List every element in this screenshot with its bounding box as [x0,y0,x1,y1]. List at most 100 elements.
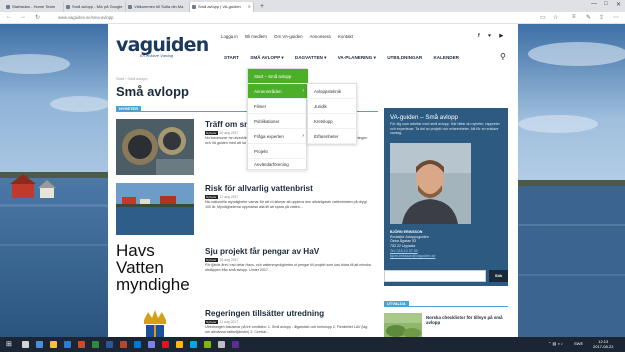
word-icon[interactable] [106,341,113,348]
dropdown-item[interactable]: Start – Små avlopp [248,69,308,84]
logo-line: Vatten [116,258,164,277]
about-link[interactable]: Om VA-guiden [274,34,302,39]
sma-avlopp-dropdown: Start – Små avlopp Anneområden › Filmer P… [247,68,308,171]
dropdown-item-label: Fråga experten [254,134,284,139]
nav-utbildningar[interactable]: UTBILDNINGAR [387,55,422,60]
favorite-star-icon[interactable]: ☆ [553,14,558,21]
new-tab-button[interactable]: + [260,2,264,11]
featured-thumbnail[interactable] [384,313,422,337]
outlook-icon[interactable] [134,341,141,348]
submenu-item[interactable]: Kretslopp [308,114,358,129]
windows-start-icon[interactable]: ⊞ [6,341,12,348]
login-link[interactable]: Logga in [221,34,238,39]
site-logo[interactable]: vaguiden En enklare Vardag [116,36,209,59]
submenu-item[interactable]: Erfarenheter [308,129,358,144]
submenu-item[interactable]: Avloppsteknik [308,84,358,99]
article-tag: Nyheter [205,258,218,262]
contact-link[interactable]: Kontakt [338,34,353,39]
dropdown-item-label: Anneområden [254,89,282,94]
browser-tab-active[interactable]: Små avlopp | VA-guiden ✕ [190,2,254,12]
main-navigation: START SMÅ AVLOPP ▾ DAGVATTEN ▾ VA-PLANER… [224,55,469,61]
search-icon[interactable] [22,341,29,348]
app-icon[interactable] [176,341,183,348]
share-icon[interactable]: ⇪ [599,14,604,21]
nav-start[interactable]: START [224,55,239,60]
article-tag: Nyheter [205,195,218,199]
submenu-item-label: Erfarenheter [314,134,339,139]
youtube-icon[interactable]: ▶ [499,33,503,39]
background-photo-left [0,24,108,337]
browser-tab[interactable]: Välkommen till Sofia din Ma [126,2,190,12]
dropdown-item[interactable]: Projekt [248,144,308,159]
teams-icon[interactable] [148,341,155,348]
forward-arrow-icon[interactable]: → [20,14,26,20]
back-arrow-icon[interactable]: ← [6,14,12,20]
dropdown-item[interactable]: Publikationer [248,114,308,129]
app-icon[interactable] [232,341,239,348]
nav-dagvatten[interactable]: DAGVATTEN ▾ [295,55,326,60]
facebook-icon[interactable]: f [478,33,480,39]
nav-sma-avlopp[interactable]: SMÅ AVLOPP ▾ [250,55,283,60]
search-button[interactable]: Sök [489,270,508,282]
language-indicator[interactable]: SWE [574,341,583,346]
logo-line: myndighe [116,275,190,294]
featured-title[interactable]: Norska checklistor för tillsyn på små av… [426,315,510,326]
nav-kalender[interactable]: KALENDER [433,55,459,60]
dropdown-item[interactable]: Fråga experten › [248,129,308,144]
article-thumbnail[interactable] [116,119,194,175]
app-icon[interactable] [218,341,225,348]
advertise-link[interactable]: Annonsera [310,34,331,39]
dropdown-item-label: Projekt [254,149,268,154]
notes-icon[interactable]: ✎ [586,14,591,21]
editor-photo [390,143,471,224]
sidebar-info-box: VA-guiden – Små avlopp För dig som arbet… [384,108,508,286]
article-item[interactable]: Risk för allvarlig vattenbrist Nyheter 17… [205,184,371,210]
app-icon[interactable] [78,341,85,348]
excel-icon[interactable] [92,341,99,348]
havs-vatten-logo[interactable]: Havs Vatten myndighe [116,242,194,304]
submenu-item[interactable]: Juridik [308,99,358,114]
article-thumbnail[interactable] [116,183,194,235]
task-view-icon[interactable] [36,341,43,348]
reading-view-icon[interactable]: ▭ [540,14,546,21]
hub-icon[interactable]: ≡ [572,14,576,20]
more-icon[interactable]: ⋯ [613,14,619,21]
dropdown-item-anneomraden[interactable]: Anneområden › [248,84,308,99]
dropdown-item-label: Filmer [254,104,267,109]
dropdown-item[interactable]: Filmer [248,99,308,114]
news-label: NYHETER [116,106,142,112]
article-item[interactable]: Regeringen tillsätter utredning Nyheter 1… [205,309,371,335]
minimize-button[interactable]: — [591,1,597,7]
sidebar-search-input[interactable] [384,270,486,282]
article-title[interactable]: Sju projekt får pengar av HaV [205,247,371,256]
refresh-icon[interactable]: ↻ [35,14,40,21]
dropdown-item-label: Användarförening [254,162,289,167]
tray-icons[interactable]: ⌃ ▤ ◑ ♪ [548,341,563,346]
browser-tab[interactable]: Små avlopp - Mix på Google [64,2,126,12]
article-title[interactable]: Risk för allvarlig vattenbrist [205,184,371,193]
close-window-button[interactable]: ✕ [616,1,621,8]
dropdown-item[interactable]: Användarförening [248,159,308,171]
app-icon[interactable] [162,341,169,348]
powerpoint-icon[interactable] [120,341,127,348]
article-item[interactable]: Sju projekt får pengar av HaV Nyheter 15 … [205,247,371,273]
heart-icon[interactable]: ♥ [488,33,491,39]
join-link[interactable]: Bli medlem [245,34,267,39]
chevron-right-icon: › [302,88,304,94]
editor-contact: BJÖRN ERIKSSON Redaktör Avloppsguiden Ös… [390,230,504,258]
editor-email[interactable]: bjorn.eriksson@vaguiden.se [390,254,504,259]
edge-browser-icon[interactable] [64,341,71,348]
close-icon[interactable]: ✕ [248,2,251,12]
maximize-button[interactable]: □ [604,1,608,7]
clock[interactable]: 12:13 2017-08-22 [593,339,613,349]
file-explorer-icon[interactable] [50,341,57,348]
nav-va-planering[interactable]: VA-PLANERING ▾ [338,55,376,60]
article-thumbnail[interactable] [116,310,194,337]
search-icon[interactable]: ⚲ [500,52,506,61]
article-title[interactable]: Regeringen tillsätter utredning [205,309,371,318]
chevron-right-icon: › [302,133,304,139]
app-icon[interactable] [204,341,211,348]
url-field[interactable]: www.vaguiden.se/sma-avlopp [58,15,113,20]
app-icon[interactable] [190,341,197,348]
browser-tab[interactable]: Startsidan - Home Team [4,2,64,12]
